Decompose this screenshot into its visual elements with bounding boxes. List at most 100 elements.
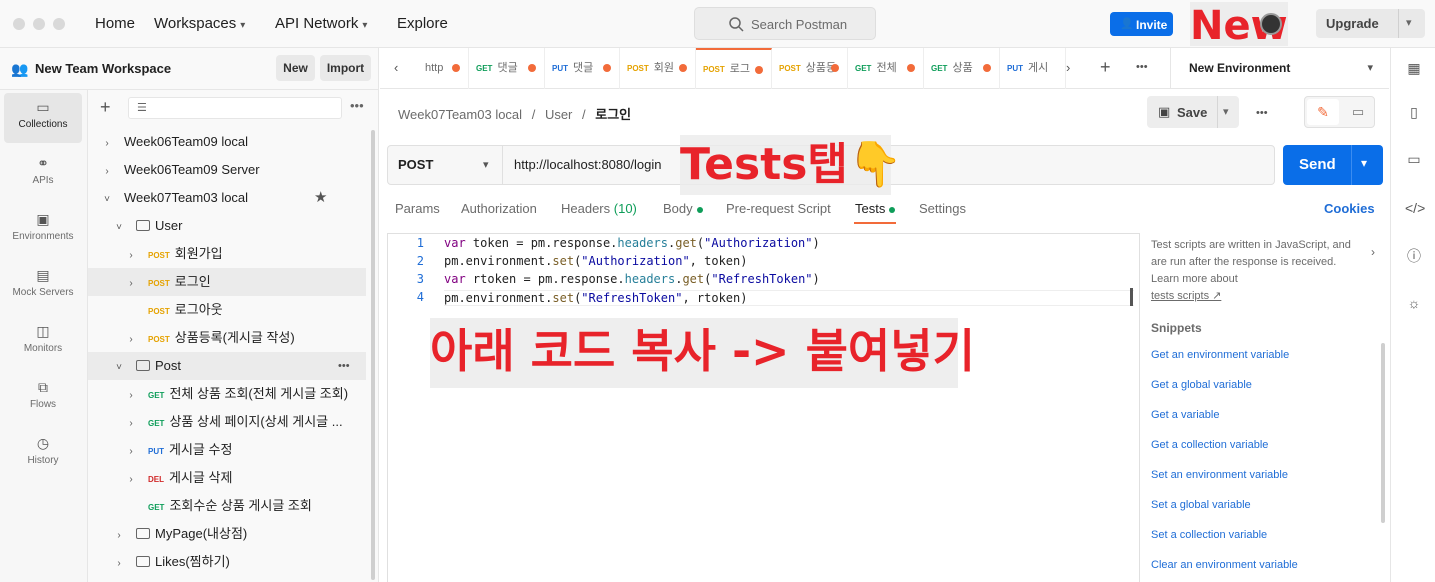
nav-home[interactable]: Home <box>95 15 135 32</box>
window-minimize-button[interactable] <box>33 18 45 30</box>
snippet-link[interactable]: Get a global variable <box>1151 379 1252 391</box>
code-icon[interactable]: </> <box>1405 199 1425 217</box>
tab-headers[interactable]: Headers (10) <box>561 201 637 216</box>
request-item[interactable]: › DEL 게시글 삭제 <box>88 464 366 492</box>
chevron-icon[interactable]: › <box>126 466 136 492</box>
tests-editor[interactable]: 1 2 3 4 var token = pm.response.headers.… <box>387 233 1140 582</box>
tab-pre-request-script[interactable]: Pre-request Script <box>726 201 831 216</box>
snippet-link[interactable]: Get a collection variable <box>1151 439 1268 451</box>
new-button[interactable]: New <box>276 55 315 81</box>
chevron-icon[interactable]: ˅ <box>114 354 124 380</box>
nav-api-network[interactable]: API Network ▾ <box>275 15 367 32</box>
window-zoom-button[interactable] <box>53 18 65 30</box>
chevron-icon[interactable]: › <box>102 158 112 184</box>
lightbulb-icon[interactable]: ☼ <box>1405 294 1423 312</box>
sidebar-item-collections[interactable]: ▭ Collections <box>4 93 82 143</box>
snippet-link[interactable]: Get a variable <box>1151 409 1219 421</box>
documentation-icon[interactable]: ▯ <box>1405 103 1423 121</box>
sidebar-item-flows[interactable]: ⧉ Flows <box>4 373 82 423</box>
breadcrumb-collection[interactable]: Week07Team03 local <box>398 107 522 122</box>
collection-item[interactable]: ˅ Week07Team03 local ★ <box>88 184 366 212</box>
snippet-link[interactable]: Set an environment variable <box>1151 469 1288 481</box>
sidebar-item-history[interactable]: ◷ History <box>4 429 82 479</box>
send-button[interactable]: Send ▾ <box>1283 145 1383 185</box>
workspace-name[interactable]: New Team Workspace <box>35 61 171 76</box>
request-tab[interactable]: POST 로그 <box>696 48 772 89</box>
comment-icon[interactable]: ▭ <box>1342 99 1374 125</box>
more-icon[interactable]: ••• <box>338 352 350 380</box>
tab-body[interactable]: Body <box>663 201 703 216</box>
avatar[interactable] <box>1260 13 1282 35</box>
environment-quicklook-icon[interactable]: ▦ <box>1405 59 1423 77</box>
chevron-icon[interactable]: › <box>126 410 136 436</box>
url-input[interactable]: http://localhost:8080/login <box>514 146 661 184</box>
sidebar-item-apis[interactable]: ⚭ APIs <box>4 149 82 199</box>
chevron-icon[interactable]: › <box>114 550 124 576</box>
add-icon[interactable]: + <box>100 97 111 118</box>
request-item[interactable]: › PUT 게시글 수정 <box>88 436 366 464</box>
chevron-icon[interactable]: ˅ <box>114 214 124 240</box>
comments-icon[interactable]: ▭ <box>1405 150 1423 168</box>
scrollbar[interactable] <box>1381 343 1385 523</box>
chevron-icon[interactable]: ˅ <box>102 186 112 212</box>
chevron-left-icon[interactable]: ‹ <box>394 60 398 75</box>
chevron-icon[interactable]: › <box>102 130 112 156</box>
request-tab[interactable]: POST 상품등 <box>772 48 848 89</box>
sidebar-item-monitors[interactable]: ◫ Monitors <box>4 317 82 367</box>
chevron-icon[interactable]: › <box>126 438 136 464</box>
request-item[interactable]: › GET 전체 상품 조회(전체 게시글 조회) <box>88 380 366 408</box>
folder-item[interactable]: ˅ User <box>88 212 366 240</box>
chevron-icon[interactable]: › <box>126 242 136 268</box>
import-button[interactable]: Import <box>320 55 371 81</box>
scrollbar[interactable] <box>371 130 375 580</box>
environment-select[interactable]: New Environment ▾ <box>1170 48 1389 89</box>
request-item[interactable]: GET 조회수순 상품 게시글 조회 <box>88 492 366 520</box>
collection-item[interactable]: › Week06Team09 local <box>88 128 366 156</box>
chevron-icon[interactable]: › <box>126 326 136 352</box>
chevron-down-icon[interactable]: ▾ <box>1406 16 1412 29</box>
edit-icon[interactable]: ✎ <box>1307 99 1339 125</box>
chevron-down-icon[interactable]: ▾ <box>1223 105 1229 118</box>
more-icon[interactable]: ••• <box>1256 107 1268 119</box>
snippet-link[interactable]: Set a global variable <box>1151 499 1251 511</box>
request-item[interactable]: POST 로그아웃 <box>88 296 366 324</box>
snippet-link[interactable]: Get an environment variable <box>1151 349 1289 361</box>
invite-button[interactable]: 👤 Invite <box>1110 12 1173 36</box>
scrollbar[interactable] <box>1130 288 1133 306</box>
folder-item[interactable]: › MyPage(내상점) <box>88 520 366 548</box>
request-item[interactable]: › GET 상품 상세 페이지(상세 게시글 ... <box>88 408 366 436</box>
sidebar-item-mock-servers[interactable]: ▤ Mock Servers <box>4 261 82 311</box>
tab-authorization[interactable]: Authorization <box>461 201 537 216</box>
breadcrumb-folder[interactable]: User <box>545 107 572 122</box>
chevron-right-icon[interactable]: › <box>1066 60 1070 75</box>
tab-settings[interactable]: Settings <box>919 201 966 216</box>
chevron-right-icon[interactable]: › <box>1371 245 1375 259</box>
new-tab-icon[interactable]: + <box>1100 57 1111 78</box>
snippet-link[interactable]: Set a collection variable <box>1151 529 1267 541</box>
more-icon[interactable]: ••• <box>1136 61 1148 73</box>
request-item[interactable]: › POST 회원가입 <box>88 240 366 268</box>
chevron-icon[interactable]: › <box>114 522 124 548</box>
chevron-icon[interactable]: › <box>126 382 136 408</box>
request-item[interactable]: › POST 로그인 <box>88 268 366 296</box>
filter-input[interactable]: ☰ <box>128 97 342 119</box>
more-icon[interactable]: ••• <box>350 98 364 113</box>
search-input[interactable]: Search Postman <box>694 7 876 40</box>
tab-tests[interactable]: Tests <box>855 201 896 216</box>
save-button[interactable]: ▣ Save ▾ <box>1147 96 1239 128</box>
collection-item[interactable]: › Week06Team09 Server <box>88 156 366 184</box>
request-tab[interactable]: GET 댓글 <box>469 48 545 89</box>
folder-item[interactable]: › Likes(찜하기) <box>88 548 366 576</box>
request-tab[interactable]: PUT 게시 <box>1000 48 1066 89</box>
request-tab[interactable]: GET 상품 <box>924 48 1000 89</box>
request-tab[interactable]: http <box>418 48 469 89</box>
snippet-link[interactable]: Clear an environment variable <box>1151 559 1298 571</box>
request-item[interactable]: › POST 상품등록(게시글 작성) <box>88 324 366 352</box>
cookies-link[interactable]: Cookies <box>1324 201 1375 216</box>
nav-explore[interactable]: Explore <box>397 15 448 32</box>
chevron-down-icon[interactable]: ▾ <box>1361 156 1367 170</box>
chevron-icon[interactable]: › <box>126 270 136 296</box>
info-icon[interactable]: ⓘ <box>1405 247 1423 265</box>
window-close-button[interactable] <box>13 18 25 30</box>
folder-item[interactable]: ˅ Post ••• <box>88 352 366 380</box>
